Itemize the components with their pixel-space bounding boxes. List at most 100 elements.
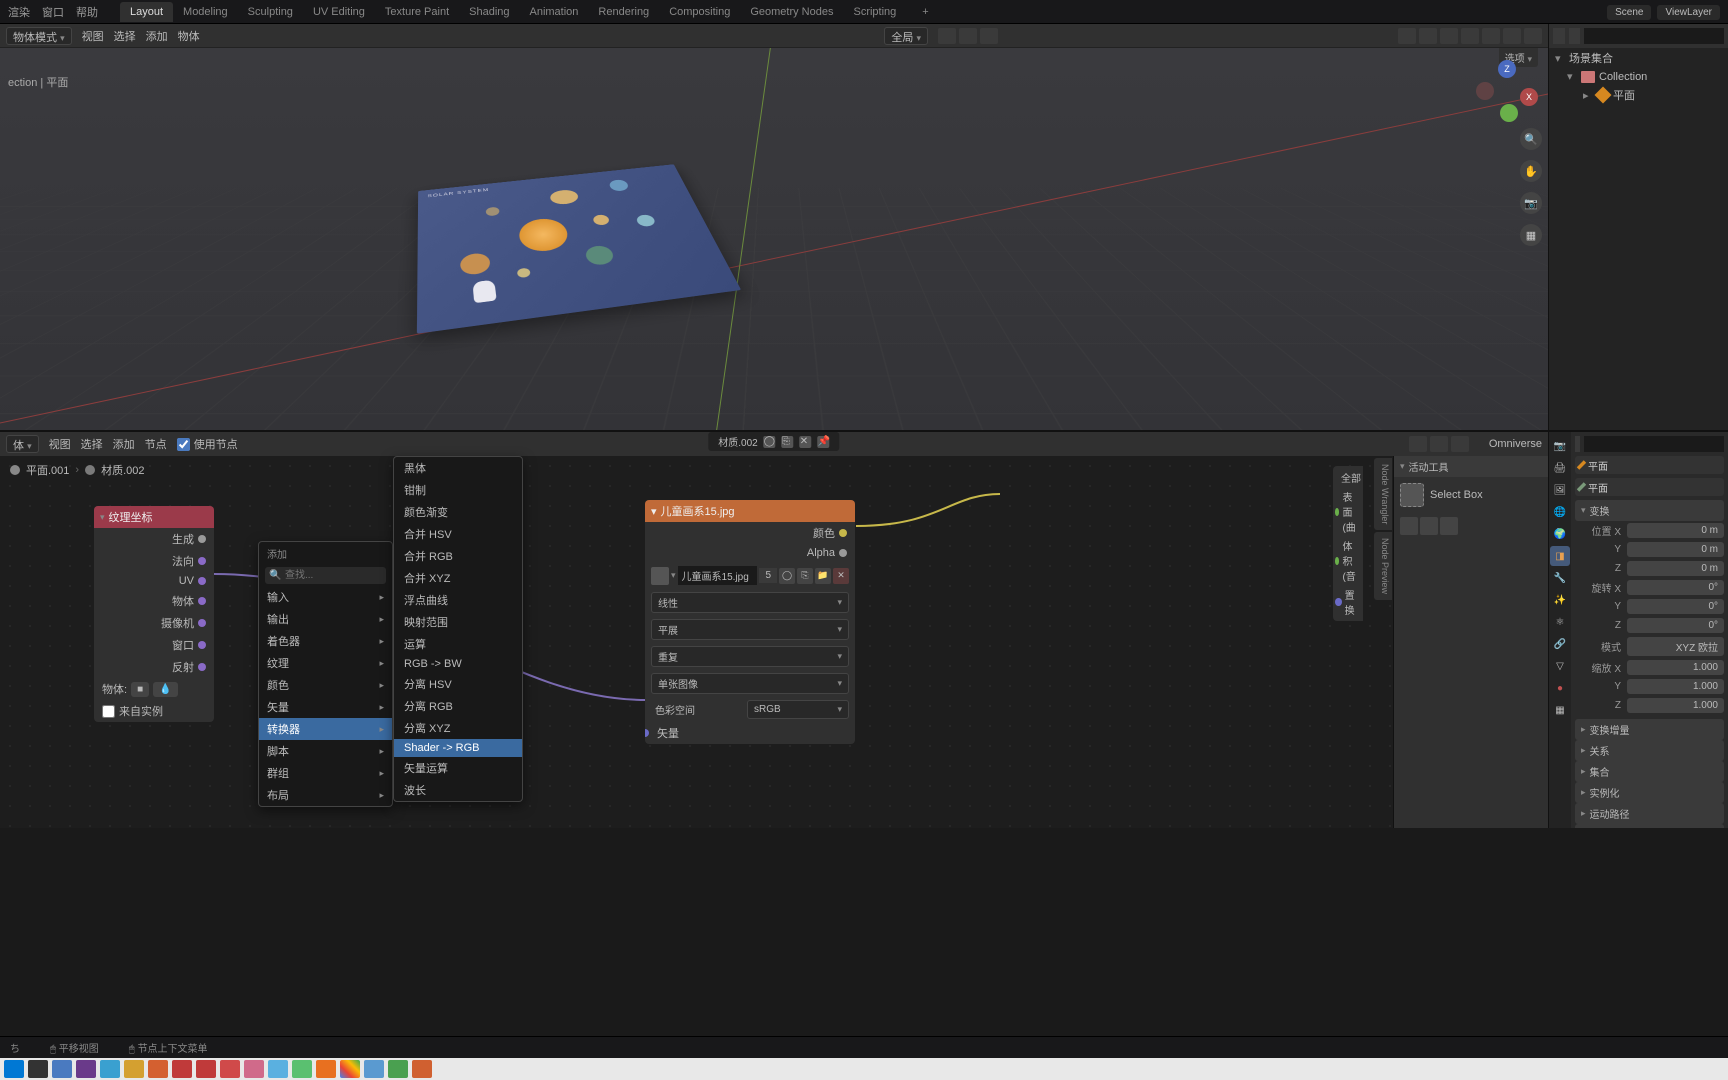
props-pin-icon[interactable] — [1575, 436, 1580, 452]
perspective-toggle-icon[interactable]: ▦ — [1520, 224, 1542, 246]
vp-menu-select[interactable]: 选择 — [114, 28, 136, 44]
image-name-field[interactable]: 儿童画系15.jpg — [678, 566, 758, 585]
extension-dropdown[interactable]: 重复▾ — [651, 646, 849, 667]
texture-props-tab[interactable]: ▦ — [1550, 700, 1570, 720]
modifier-props-tab[interactable]: 🔧 — [1550, 568, 1570, 588]
shading-rendered-icon[interactable] — [1524, 28, 1542, 44]
use-nodes-checkbox[interactable]: 使用节点 — [177, 436, 238, 452]
chevron-down-icon[interactable]: ▾ — [1400, 461, 1405, 472]
menu-window[interactable]: 窗口 — [42, 4, 64, 20]
submenu-item[interactable]: 矢量运算 — [394, 757, 522, 779]
ne-snap-icon[interactable] — [1409, 436, 1427, 452]
rot-x-field[interactable]: 0° — [1627, 580, 1724, 595]
viewlayer-selector[interactable]: ViewLayer — [1657, 5, 1720, 20]
menu-item[interactable]: 布局▸ — [259, 784, 392, 806]
taskbar-app-icon[interactable] — [268, 1060, 288, 1078]
taskbar-app-icon[interactable] — [148, 1060, 168, 1078]
mode-selector[interactable]: 物体模式 ▾ — [6, 27, 72, 45]
viewport-canvas[interactable]: SOLAR SYSTEM ection | 平面 选项 ▾ Z X — [0, 48, 1548, 430]
workspace-tab[interactable]: UV Editing — [303, 2, 375, 22]
rot-y-field[interactable]: 0° — [1627, 599, 1724, 614]
outliner-display-mode-icon[interactable] — [1553, 28, 1565, 44]
submenu-item[interactable]: 波长 — [394, 779, 522, 801]
menu-item[interactable]: 输入▸ — [259, 586, 392, 608]
output-props-tab[interactable]: 🖨 — [1550, 458, 1570, 478]
collapse-icon[interactable]: ▾ — [100, 512, 105, 523]
select-box-tool-icon[interactable] — [1400, 483, 1424, 507]
menu-item[interactable]: 着色器▸ — [259, 630, 392, 652]
shading-wire-icon[interactable] — [1461, 28, 1479, 44]
output-socket[interactable] — [198, 557, 206, 565]
zoom-icon[interactable]: 🔍 — [1520, 128, 1542, 150]
motion-paths-header[interactable]: ▸运动路径 — [1575, 803, 1724, 824]
gizmo-x-axis[interactable]: X — [1520, 88, 1538, 106]
mesh-props-tab[interactable]: ▽ — [1550, 656, 1570, 676]
tool-option-icon[interactable] — [1400, 517, 1418, 535]
taskbar-app-icon[interactable] — [244, 1060, 264, 1078]
menu-item[interactable]: 矢量▸ — [259, 696, 392, 718]
submenu-item[interactable]: 映射范围 — [394, 611, 522, 633]
visibility-header[interactable]: ▸可见性 — [1575, 824, 1724, 828]
output-socket[interactable] — [198, 577, 206, 585]
submenu-item[interactable]: 颜色渐变 — [394, 501, 522, 523]
workspace-tab[interactable]: Scripting — [843, 2, 906, 22]
workspace-tab[interactable]: Sculpting — [238, 2, 303, 22]
workspace-tab[interactable]: Texture Paint — [375, 2, 459, 22]
render-props-tab[interactable]: 📷 — [1550, 436, 1570, 456]
n-panel-tab[interactable]: Node Wrangler — [1374, 458, 1392, 530]
menu-item[interactable]: 群组▸ — [259, 762, 392, 784]
rotation-mode-dropdown[interactable]: XYZ 欧拉 — [1627, 637, 1724, 656]
fake-user-button[interactable]: ◯ — [779, 568, 795, 584]
start-button[interactable] — [4, 1060, 24, 1078]
taskbar-app-icon[interactable] — [172, 1060, 192, 1078]
submenu-item[interactable]: 黑体 — [394, 457, 522, 479]
menu-render[interactable]: 渲染 — [8, 4, 30, 20]
node-canvas[interactable]: 平面.001 › 材质.002 ▾纹理坐标 生成法向UV物体摄像机窗口反射 物体… — [0, 456, 1548, 828]
alpha-output-socket[interactable] — [839, 549, 847, 557]
shading-matprev-icon[interactable] — [1503, 28, 1521, 44]
vp-menu-object[interactable]: 物体 — [178, 28, 200, 44]
n-panel-tab[interactable]: Node Preview — [1374, 532, 1392, 600]
output-socket[interactable] — [198, 619, 206, 627]
projection-dropdown[interactable]: 平展▾ — [651, 619, 849, 640]
taskbar-app-icon[interactable] — [124, 1060, 144, 1078]
workspace-tab[interactable]: Layout — [120, 2, 173, 22]
ne-menu-select[interactable]: 选择 — [81, 436, 103, 452]
taskbar-app-icon[interactable] — [364, 1060, 384, 1078]
viewlayer-props-tab[interactable]: 🖼 — [1550, 480, 1570, 500]
submenu-item[interactable]: 分离 RGB — [394, 695, 522, 717]
taskbar-app-icon[interactable] — [76, 1060, 96, 1078]
menu-item[interactable]: 纹理▸ — [259, 652, 392, 674]
pivot-icon[interactable] — [959, 28, 977, 44]
pin-icon[interactable]: 📌 — [818, 436, 830, 448]
menu-item[interactable]: 颜色▸ — [259, 674, 392, 696]
taskbar-app-icon[interactable] — [220, 1060, 240, 1078]
loc-z-field[interactable]: 0 m — [1627, 561, 1724, 576]
xray-toggle-icon[interactable] — [1440, 28, 1458, 44]
eyedropper-button[interactable]: 💧 — [153, 682, 177, 697]
scene-selector[interactable]: Scene — [1607, 5, 1651, 20]
workspace-tab[interactable]: Rendering — [588, 2, 659, 22]
menu-item[interactable]: 转换器▸ — [259, 718, 392, 740]
transform-orientation[interactable]: 全局 ▾ — [884, 27, 928, 45]
data-name-field[interactable] — [1575, 478, 1724, 496]
disclosure-icon[interactable]: ▸ — [1583, 89, 1593, 102]
image-dropdown-icon[interactable]: ▾ — [671, 570, 676, 581]
chrome-taskbar-icon[interactable] — [340, 1060, 360, 1078]
tool-option-icon[interactable] — [1420, 517, 1438, 535]
menu-item[interactable]: 输出▸ — [259, 608, 392, 630]
pan-icon[interactable]: ✋ — [1520, 160, 1542, 182]
menu-item[interactable]: 脚本▸ — [259, 740, 392, 762]
camera-view-icon[interactable]: 📷 — [1520, 192, 1542, 214]
shield-icon[interactable]: ◯ — [764, 436, 776, 448]
taskbar-app-icon[interactable] — [196, 1060, 216, 1078]
surface-input-socket[interactable] — [1335, 508, 1339, 516]
from-instance-checkbox[interactable] — [102, 705, 115, 718]
outliner-filter-icon[interactable] — [1569, 28, 1581, 44]
submenu-item[interactable]: 分离 XYZ — [394, 717, 522, 739]
workspace-tab[interactable]: Compositing — [659, 2, 740, 22]
submenu-item[interactable]: 合并 HSV — [394, 523, 522, 545]
source-dropdown[interactable]: 单张图像▾ — [651, 673, 849, 694]
submenu-item[interactable]: 合并 RGB — [394, 545, 522, 567]
unlink-icon[interactable]: ✕ — [800, 436, 812, 448]
